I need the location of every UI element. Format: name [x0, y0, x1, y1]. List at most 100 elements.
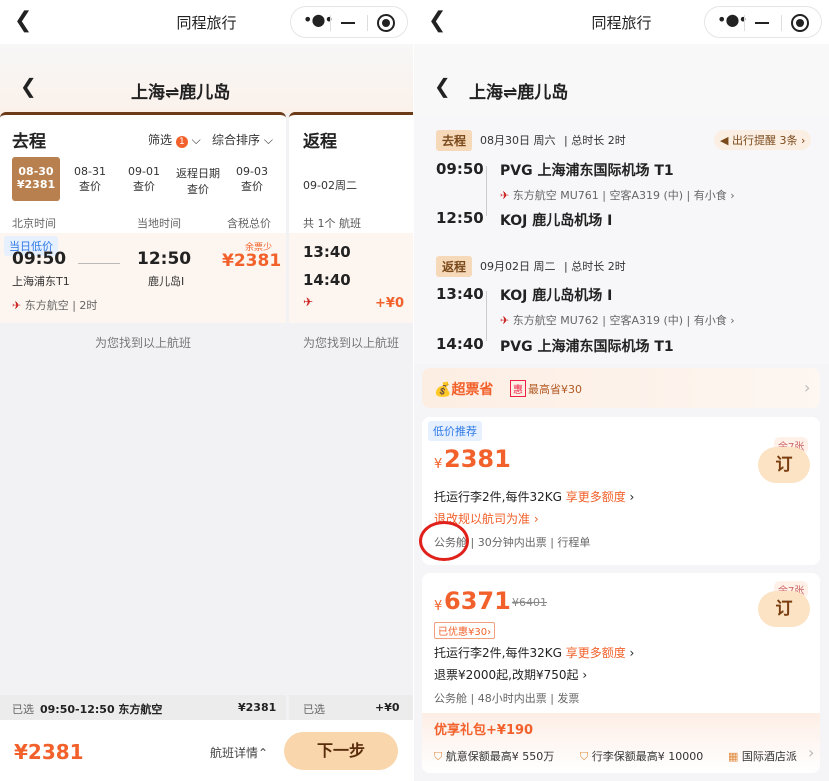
speaker-icon: ◀: [720, 134, 729, 147]
return-title: 返程: [303, 132, 337, 152]
sort-button[interactable]: 综合排序 ⌵: [212, 131, 273, 148]
route-header: ❮ 上海⇌鹿儿岛: [414, 44, 829, 114]
selected-price: ¥2381: [238, 701, 277, 714]
bottom-bar: ¥2381 航班详情⌃ 下一步: [0, 720, 413, 781]
fare-offer-card[interactable]: 低价推荐 ¥ 2381 余7张 订 托运行李2件,每件32KG 享更多额度 › …: [419, 417, 820, 565]
date-option[interactable]: 08-31 查价: [66, 157, 114, 201]
found-flights-text: 为您找到以上航班: [302, 336, 399, 350]
outbound-tag: 去程: [436, 130, 473, 151]
minimize-icon[interactable]: [341, 22, 355, 24]
outbound-title: 去程: [12, 132, 46, 152]
promo-banner[interactable]: 💰超票省 惠 最高省¥30 ›: [422, 368, 820, 408]
flight-row[interactable]: 当日低价 09:50 12:50 上海浦东T1 鹿儿岛I 余票少 ¥2381 ✈…: [0, 233, 286, 323]
shield-icon: ⛉: [434, 750, 443, 763]
travel-reminder-button[interactable]: ◀ 出行提醒 3条 ›: [714, 130, 812, 150]
return-price-diff: +¥0: [375, 296, 404, 311]
selected-label: 已选: [303, 703, 325, 716]
out-arr-time: 12:50: [436, 209, 484, 227]
cabin-info: 公务舱 | 48小时内出票 | 发票: [434, 692, 580, 705]
ret-arr-time: 14:40: [436, 335, 484, 353]
next-step-button[interactable]: 下一步: [284, 732, 398, 770]
return-arr-time: 14:40: [303, 271, 351, 289]
date-option[interactable]: 09-03 查价: [228, 157, 276, 201]
currency-symbol: ¥: [434, 457, 443, 472]
top-bar: ❮ 同程旅行 •●•: [0, 0, 413, 44]
baggage-info: 托运行李2件,每件32KG 享更多额度 ›: [434, 490, 635, 504]
date-option[interactable]: 返程日期 查价: [174, 157, 222, 201]
col-total-price: 含税总价: [227, 217, 271, 230]
arrival-airport: 鹿儿岛I: [148, 275, 185, 288]
airline-logo-icon: ✈: [500, 189, 510, 202]
selected-label: 已选: [12, 703, 34, 716]
date-option[interactable]: 09-01 查价: [120, 157, 168, 201]
gift-item-1: ⛉ 航意保额最高¥ 550万: [434, 750, 555, 763]
selected-outbound-bar: 已选 09:50-12:50 东方航空 ¥2381: [0, 695, 286, 720]
return-flight-count: 共 1个 航班: [303, 217, 361, 230]
back-icon[interactable]: ❮: [434, 76, 451, 96]
miniapp-capsule: •●•: [704, 6, 822, 38]
outbound-column: 去程 筛选 1 ⌵ 综合排序 ⌵ 08-30 ¥2381 08-31 查价 09-01 查…: [0, 112, 286, 323]
out-flight-info[interactable]: ✈ 东方航空 MU761 | 空客A319 (中) | 有小食 ›: [500, 187, 735, 203]
ret-flight-info[interactable]: ✈ 东方航空 MU762 | 空客A319 (中) | 有小食 ›: [500, 312, 735, 328]
fare-price: 2381: [444, 445, 511, 473]
return-dep-time: 13:40: [303, 243, 351, 261]
more-baggage-link[interactable]: 享更多额度: [566, 490, 626, 504]
flight-price: ¥2381: [222, 251, 282, 271]
more-icon[interactable]: •●•: [303, 10, 334, 29]
return-flight-row[interactable]: 13:40 14:40 ✈ +¥0: [289, 233, 413, 323]
fare-price: 6371: [444, 587, 511, 615]
route-header: ❮ 上海⇌鹿儿岛: [0, 44, 413, 114]
out-arr-airport: KOJ 鹿儿岛机场 I: [500, 213, 613, 229]
filter-button[interactable]: 筛选 1 ⌵: [148, 131, 201, 148]
return-date: 09月02日 周二: [480, 260, 556, 273]
selected-price: +¥0: [375, 701, 400, 714]
top-bar: ❮ 同程旅行 •●•: [414, 0, 829, 44]
found-flights-text: 为您找到以上航班: [94, 336, 191, 350]
out-dep-airport: PVG 上海浦东国际机场 T1: [500, 163, 674, 179]
highlight-circle: [419, 521, 469, 561]
col-local-time: 当地时间: [137, 217, 181, 230]
gift-package[interactable]: 优享礼包+¥190 ⛉ 航意保额最高¥ 550万 ⛉ 行李保额最高¥ 10000…: [422, 713, 820, 773]
fare-offer-card[interactable]: ¥ 6371 ¥6401 已优惠¥30› 余7张 订 托运行李2件,每件32KG…: [422, 573, 820, 773]
chevron-up-icon: ⌃: [258, 746, 269, 760]
arrow-line: [78, 263, 120, 264]
discount-badge: 已优惠¥30›: [434, 622, 496, 639]
date-option[interactable]: 08-30 ¥2381: [12, 157, 60, 201]
selected-flight: 09:50-12:50 东方航空: [40, 703, 163, 716]
minimize-icon[interactable]: [755, 22, 769, 24]
airline-logo-icon: ✈: [500, 314, 510, 327]
airline-info: ✈ 东方航空 | 2时: [12, 299, 98, 312]
flight-detail-toggle[interactable]: 航班详情⌃: [210, 744, 268, 761]
promo-text: 最高省¥30: [528, 383, 582, 396]
return-date: 09-02周二: [303, 179, 357, 192]
currency-symbol: ¥: [434, 599, 443, 614]
left-screen: ❮ 同程旅行 •●• ❮ 上海⇌鹿儿岛 去程 筛选 1 ⌵ 综合排序 ⌵ 08-…: [0, 0, 413, 781]
close-miniapp-icon[interactable]: [791, 14, 809, 32]
close-miniapp-icon[interactable]: [377, 14, 395, 32]
chevron-right-icon: ›: [808, 743, 815, 762]
more-baggage-link[interactable]: 享更多额度: [566, 646, 626, 660]
arrival-time: 12:50: [137, 249, 192, 269]
gift-title: 优享礼包+¥190: [434, 723, 534, 738]
departure-time: 09:50: [12, 249, 67, 269]
timeline-line: [486, 291, 487, 341]
gift-item-3: ▦ 国际酒店派: [728, 750, 797, 763]
right-screen: ❮ 同程旅行 •●• ❮ 上海⇌鹿儿岛 去程 08月30日 周六 | 总时长 2…: [414, 0, 829, 781]
promo-name: 💰超票省: [434, 382, 494, 398]
money-bag-icon: 💰: [434, 382, 452, 398]
book-button[interactable]: 订: [758, 591, 810, 627]
refund-rule-link[interactable]: 退票¥2000起,改期¥750起 ›: [434, 666, 587, 683]
book-button[interactable]: 订: [758, 447, 810, 483]
back-icon[interactable]: ❮: [20, 76, 37, 96]
airline-logo-icon: ✈: [12, 299, 22, 312]
return-duration: | 总时长 2时: [564, 260, 626, 273]
timeline-line: [486, 166, 487, 216]
more-icon[interactable]: •●•: [717, 10, 748, 29]
promo-tag: 惠: [510, 380, 526, 397]
route-title: 上海⇌鹿儿岛: [469, 83, 569, 103]
outbound-date: 08月30日 周六: [480, 134, 556, 147]
out-dep-time: 09:50: [436, 160, 484, 178]
total-price: ¥2381: [14, 740, 84, 764]
ret-arr-airport: PVG 上海浦东国际机场 T1: [500, 339, 674, 355]
chevron-down-icon: ⌵: [191, 133, 201, 147]
